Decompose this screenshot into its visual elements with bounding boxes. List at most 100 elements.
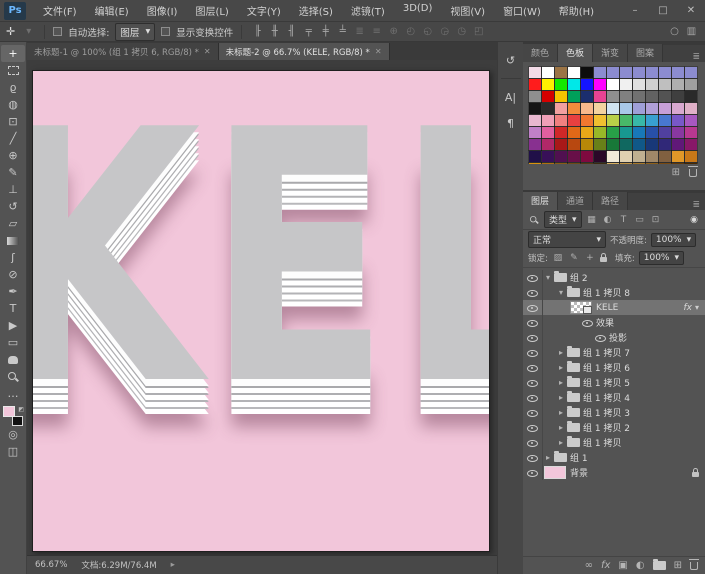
color-swatch[interactable] (685, 127, 697, 138)
color-swatch[interactable] (685, 139, 697, 150)
hand-tool[interactable] (1, 351, 25, 368)
pasteboard[interactable]: KEL (27, 60, 497, 555)
character-panel-icon[interactable]: A| (502, 89, 520, 105)
color-swatch[interactable] (594, 103, 606, 114)
color-swatch[interactable] (568, 79, 580, 90)
adjustment-layer-icon[interactable]: ◐ (636, 561, 645, 571)
color-swatch[interactable] (646, 79, 658, 90)
color-swatch[interactable] (529, 115, 541, 126)
layer-row[interactable]: ▾组 2 (523, 270, 705, 285)
path-selection-tool[interactable]: ▶ (1, 317, 25, 334)
color-swatch[interactable] (594, 139, 606, 150)
color-swatch[interactable] (646, 115, 658, 126)
rectangle-tool[interactable]: ▭ (1, 334, 25, 351)
visibility-cell[interactable] (523, 315, 543, 330)
visibility-cell[interactable] (523, 360, 543, 375)
align-bottom-icon[interactable]: ╧ (335, 26, 350, 37)
color-swatch[interactable] (659, 103, 671, 114)
visibility-cell[interactable] (523, 405, 543, 420)
layer-row[interactable]: 投影 (523, 330, 705, 345)
layer-mask-icon[interactable]: ▣ (618, 561, 627, 571)
pen-tool[interactable]: ✒ (1, 283, 25, 300)
lasso-tool[interactable]: ϱ (1, 79, 25, 96)
color-swatch[interactable] (672, 139, 684, 150)
align-middle-icon[interactable]: ╪ (318, 26, 333, 37)
color-swatch[interactable] (672, 103, 684, 114)
caret-icon[interactable]: ▸ (556, 363, 566, 372)
color-swatch[interactable] (542, 79, 554, 90)
tab-通道[interactable]: 通道 (558, 192, 593, 210)
color-swatch[interactable] (581, 127, 593, 138)
color-swatch[interactable] (555, 127, 567, 138)
color-swatch[interactable] (529, 151, 541, 162)
layer-row[interactable]: ▸组 1 拷贝 5 (523, 375, 705, 390)
color-swatch[interactable] (555, 67, 567, 78)
color-swatch[interactable] (594, 127, 606, 138)
workspace-switcher-icon[interactable]: ▥ (684, 26, 699, 37)
lock-position-icon[interactable]: + (584, 253, 596, 263)
tool-preset-chevron-icon[interactable]: ▾ (21, 26, 36, 37)
color-swatch[interactable] (620, 67, 632, 78)
color-picker-widget[interactable]: ◩ (2, 406, 24, 426)
menu-item[interactable]: 图层(L) (186, 3, 237, 18)
color-swatch[interactable] (620, 103, 632, 114)
document-tab[interactable]: 未标题-2 @ 66.7% (KELE, RGB/8) *✕ (219, 43, 390, 60)
menu-item[interactable]: 图像(I) (138, 3, 187, 18)
show-transform-checkbox[interactable] (161, 27, 170, 36)
opacity-field[interactable]: 100%▾ (651, 233, 696, 247)
color-swatch[interactable] (646, 127, 658, 138)
color-swatch[interactable] (568, 151, 580, 162)
color-swatch[interactable] (620, 139, 632, 150)
tab-图案[interactable]: 图案 (628, 44, 663, 62)
color-swatch[interactable] (607, 103, 619, 114)
color-swatch[interactable] (542, 151, 554, 162)
color-swatch[interactable] (568, 103, 580, 114)
menu-item[interactable]: 3D(D) (394, 3, 442, 18)
filter-smart-object-icon[interactable]: ⊡ (650, 215, 662, 225)
color-swatch[interactable] (555, 79, 567, 90)
delete-swatch-icon[interactable] (689, 169, 697, 177)
caret-icon[interactable]: ▸ (556, 438, 566, 447)
move-tool[interactable]: + (1, 45, 25, 62)
menu-item[interactable]: 文字(Y) (238, 3, 290, 18)
crop-tool[interactable]: ⊡ (1, 113, 25, 130)
new-group-icon[interactable] (653, 561, 666, 570)
layer-row[interactable]: 效果 (523, 315, 705, 330)
caret-icon[interactable]: ▾ (556, 288, 566, 297)
color-swatch[interactable] (542, 115, 554, 126)
spot-healing-brush-tool[interactable]: ⊕ (1, 147, 25, 164)
color-swatch[interactable] (633, 139, 645, 150)
color-swatch[interactable] (685, 91, 697, 102)
tab-色板[interactable]: 色板 (558, 44, 593, 62)
color-swatch[interactable] (672, 79, 684, 90)
color-swatch[interactable] (568, 139, 580, 150)
color-swatch[interactable] (529, 103, 541, 114)
auto-select-checkbox[interactable] (53, 27, 62, 36)
layer-row[interactable]: ▸组 1 拷贝 6 (523, 360, 705, 375)
eyedropper-tool[interactable]: ╱ (1, 130, 25, 147)
distribute-h-icon[interactable]: ≡ (369, 26, 384, 37)
color-swatch[interactable] (568, 91, 580, 102)
color-swatch[interactable] (633, 103, 645, 114)
color-swatch[interactable] (542, 67, 554, 78)
menu-item[interactable]: 选择(S) (290, 3, 342, 18)
color-swatch[interactable] (542, 127, 554, 138)
visibility-cell[interactable] (523, 420, 543, 435)
3d-pan-icon[interactable]: ◶ (437, 26, 452, 37)
layer-row[interactable]: ▸组 1 拷贝 4 (523, 390, 705, 405)
swatches-panel-menu-icon[interactable]: ≣ (692, 52, 705, 62)
filter-toggle-icon[interactable]: ◉ (688, 215, 700, 225)
color-swatch[interactable] (542, 139, 554, 150)
color-swatch[interactable] (620, 115, 632, 126)
maximize-button[interactable]: □ (649, 5, 677, 16)
3d-slide-icon[interactable]: ◷ (454, 26, 469, 37)
color-swatch[interactable] (529, 91, 541, 102)
3d-roll-icon[interactable]: ◵ (420, 26, 435, 37)
color-swatch[interactable] (659, 151, 671, 162)
visibility-cell[interactable] (523, 435, 543, 450)
color-swatch[interactable] (685, 67, 697, 78)
color-swatch[interactable] (659, 79, 671, 90)
color-swatch[interactable] (607, 151, 619, 162)
menu-item[interactable]: 帮助(H) (550, 3, 603, 18)
menu-item[interactable]: 滤镜(T) (342, 3, 394, 18)
